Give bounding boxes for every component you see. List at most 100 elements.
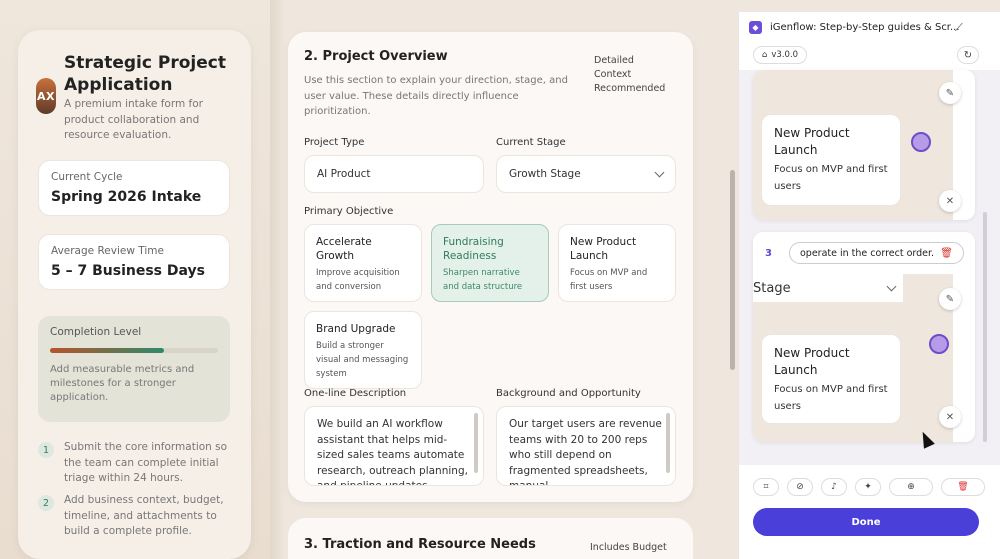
step-toolbar: ⌗ ⊘ ♪ ✦ ⊕ 🗑 xyxy=(753,478,985,500)
done-button[interactable]: Done xyxy=(753,508,979,536)
one-line-description-textarea[interactable]: We build an AI workflow assistant that h… xyxy=(304,406,484,486)
pin-icon[interactable]: ⟋ xyxy=(955,21,963,35)
completion-card: Completion Level Add measurable metrics … xyxy=(38,316,230,422)
screenshot-card-title: New Product Launch xyxy=(774,126,850,157)
refresh-button[interactable]: ↻ xyxy=(957,46,979,64)
review-time-value: 5 – 7 Business Days xyxy=(51,263,205,279)
one-line-description-label: One-line Description xyxy=(304,388,407,399)
textarea-scrollbar[interactable] xyxy=(474,413,478,473)
review-time-card: Average Review Time 5 – 7 Business Days xyxy=(38,234,230,290)
step-item: 1 Submit the core information so the tea… xyxy=(38,440,238,487)
steps-list: New Product Launch Focus on MVP and firs… xyxy=(739,70,1000,465)
step-screenshot: New Product Launch Focus on MVP and firs… xyxy=(753,70,953,220)
step-number: 1 xyxy=(38,442,54,458)
objective-option-brand-upgrade[interactable]: Brand Upgrade Build a stronger visual an… xyxy=(304,311,422,389)
extension-scrollbar[interactable] xyxy=(983,212,987,442)
step-card: New Product Launch Focus on MVP and firs… xyxy=(753,70,975,220)
background-value: Our target users are revenue teams with … xyxy=(509,418,662,486)
objective-option-fundraising-readiness[interactable]: Fundraising Readiness Sharpen narrative … xyxy=(431,224,549,302)
step-text: Add business context, budget, timeline, … xyxy=(64,494,224,537)
chevron-down-icon xyxy=(886,281,897,291)
textarea-scrollbar[interactable] xyxy=(666,413,670,473)
delete-icon[interactable]: 🗑 xyxy=(941,478,985,496)
objective-title: New Product Launch xyxy=(570,236,637,262)
extension-title: iGenflow: Step-by-Step guides & Scr... xyxy=(770,21,960,33)
screenshot-card-title: New Product Launch xyxy=(774,346,850,377)
page-scrollbar[interactable] xyxy=(730,170,735,370)
completion-progress-fill xyxy=(50,348,165,353)
sidebar-card: AX Strategic Project Application A premi… xyxy=(18,30,251,559)
edit-icon[interactable]: ✎ xyxy=(939,288,961,310)
step-instruction-value: operate in the correct order. xyxy=(800,247,935,259)
avatar: AX xyxy=(36,78,56,114)
objective-desc: Focus on MVP and first users xyxy=(570,268,648,292)
edit-icon[interactable]: ✎ xyxy=(939,82,961,104)
objective-desc: Sharpen narrative and data structure xyxy=(443,268,523,292)
current-stage-label: Current Stage xyxy=(496,137,566,148)
completion-description: Add measurable metrics and milestones fo… xyxy=(50,364,195,403)
step-card: 3 operate in the correct order. 🗑 Stage … xyxy=(753,232,975,442)
primary-objective-label: Primary Objective xyxy=(304,206,394,217)
version-badge[interactable]: ⌂ v3.0.0 xyxy=(753,46,808,64)
add-icon[interactable]: ⊕ xyxy=(889,478,933,496)
collapse-icon[interactable]: ✕ xyxy=(939,406,961,428)
current-stage-select[interactable]: Growth Stage xyxy=(496,155,676,193)
microphone-icon[interactable]: ♪ xyxy=(821,478,847,496)
objective-title: Fundraising Readiness xyxy=(443,236,504,262)
section-title: 2. Project Overview xyxy=(304,49,448,64)
refresh-icon: ↻ xyxy=(963,49,973,61)
screenshot-card: New Product Launch Focus on MVP and firs… xyxy=(761,114,901,206)
project-type-label: Project Type xyxy=(304,137,365,148)
trash-icon[interactable]: 🗑 xyxy=(940,248,953,259)
screenshot-card-desc: Focus on MVP and first users xyxy=(774,384,888,412)
objective-desc: Build a stronger visual and messaging sy… xyxy=(316,341,409,379)
current-cycle-value: Spring 2026 Intake xyxy=(51,189,202,205)
section-description: Use this section to explain your directi… xyxy=(304,75,568,117)
step-instruction-input[interactable]: operate in the correct order. 🗑 xyxy=(789,242,964,264)
crop-icon[interactable]: ⌗ xyxy=(753,478,779,496)
sparkle-icon[interactable]: ✦ xyxy=(855,478,881,496)
project-overview-section: 2. Project Overview Detailed Context Rec… xyxy=(288,32,693,502)
review-time-label: Average Review Time xyxy=(51,245,164,257)
chevron-down-icon xyxy=(654,167,665,177)
step-number: 2 xyxy=(38,495,54,511)
section-badge: Detailed Context Recommended xyxy=(594,55,666,94)
igenflow-logo-icon: ◆ xyxy=(749,20,762,34)
completion-label: Completion Level xyxy=(50,326,142,338)
section-title: 3. Traction and Resource Needs xyxy=(304,537,536,552)
screenshot-select-value: Stage xyxy=(753,280,791,296)
hide-icon[interactable]: ⊘ xyxy=(787,478,813,496)
one-line-description-value: We build an AI workflow assistant that h… xyxy=(317,418,468,486)
objective-option-accelerate-growth[interactable]: Accelerate Growth Improve acquisition an… xyxy=(304,224,422,302)
step-item: 2 Add business context, budget, timeline… xyxy=(38,493,238,540)
step-number: 3 xyxy=(765,248,772,259)
extension-panel: ◆ iGenflow: Step-by-Step guides & Scr...… xyxy=(738,12,1000,559)
app-title: Strategic Project Application xyxy=(64,53,226,95)
traction-section: 3. Traction and Resource Needs Includes … xyxy=(288,518,693,559)
objective-title: Accelerate Growth xyxy=(316,236,372,262)
click-marker xyxy=(911,132,931,152)
current-cycle-card: Current Cycle Spring 2026 Intake xyxy=(38,160,230,216)
project-type-value: AI Product xyxy=(317,168,371,180)
background-textarea[interactable]: Our target users are revenue teams with … xyxy=(496,406,676,486)
step-text: Submit the core information so the team … xyxy=(64,441,228,484)
column-divider xyxy=(270,0,286,559)
objective-option-new-product-launch[interactable]: New Product Launch Focus on MVP and firs… xyxy=(558,224,676,302)
completion-progress-track xyxy=(50,348,218,353)
objective-desc: Improve acquisition and conversion xyxy=(316,268,400,292)
step-screenshot: Stage New Product Launch Focus on MVP an… xyxy=(753,274,953,442)
home-icon: ⌂ xyxy=(762,50,768,60)
current-stage-value: Growth Stage xyxy=(509,168,581,180)
background-label: Background and Opportunity xyxy=(496,388,641,399)
screenshot-card: New Product Launch Focus on MVP and firs… xyxy=(761,334,901,424)
version-label: v3.0.0 xyxy=(771,50,799,60)
click-marker xyxy=(929,334,949,354)
app-subtitle: A premium intake form for product collab… xyxy=(64,98,203,141)
objective-title: Brand Upgrade xyxy=(316,323,396,335)
current-cycle-label: Current Cycle xyxy=(51,171,123,183)
section-badge: Includes Budget xyxy=(590,542,667,553)
project-type-select[interactable]: AI Product xyxy=(304,155,484,193)
collapse-icon[interactable]: ✕ xyxy=(939,190,961,212)
screenshot-card-desc: Focus on MVP and first users xyxy=(774,164,888,192)
screenshot-select: Stage xyxy=(753,274,903,302)
